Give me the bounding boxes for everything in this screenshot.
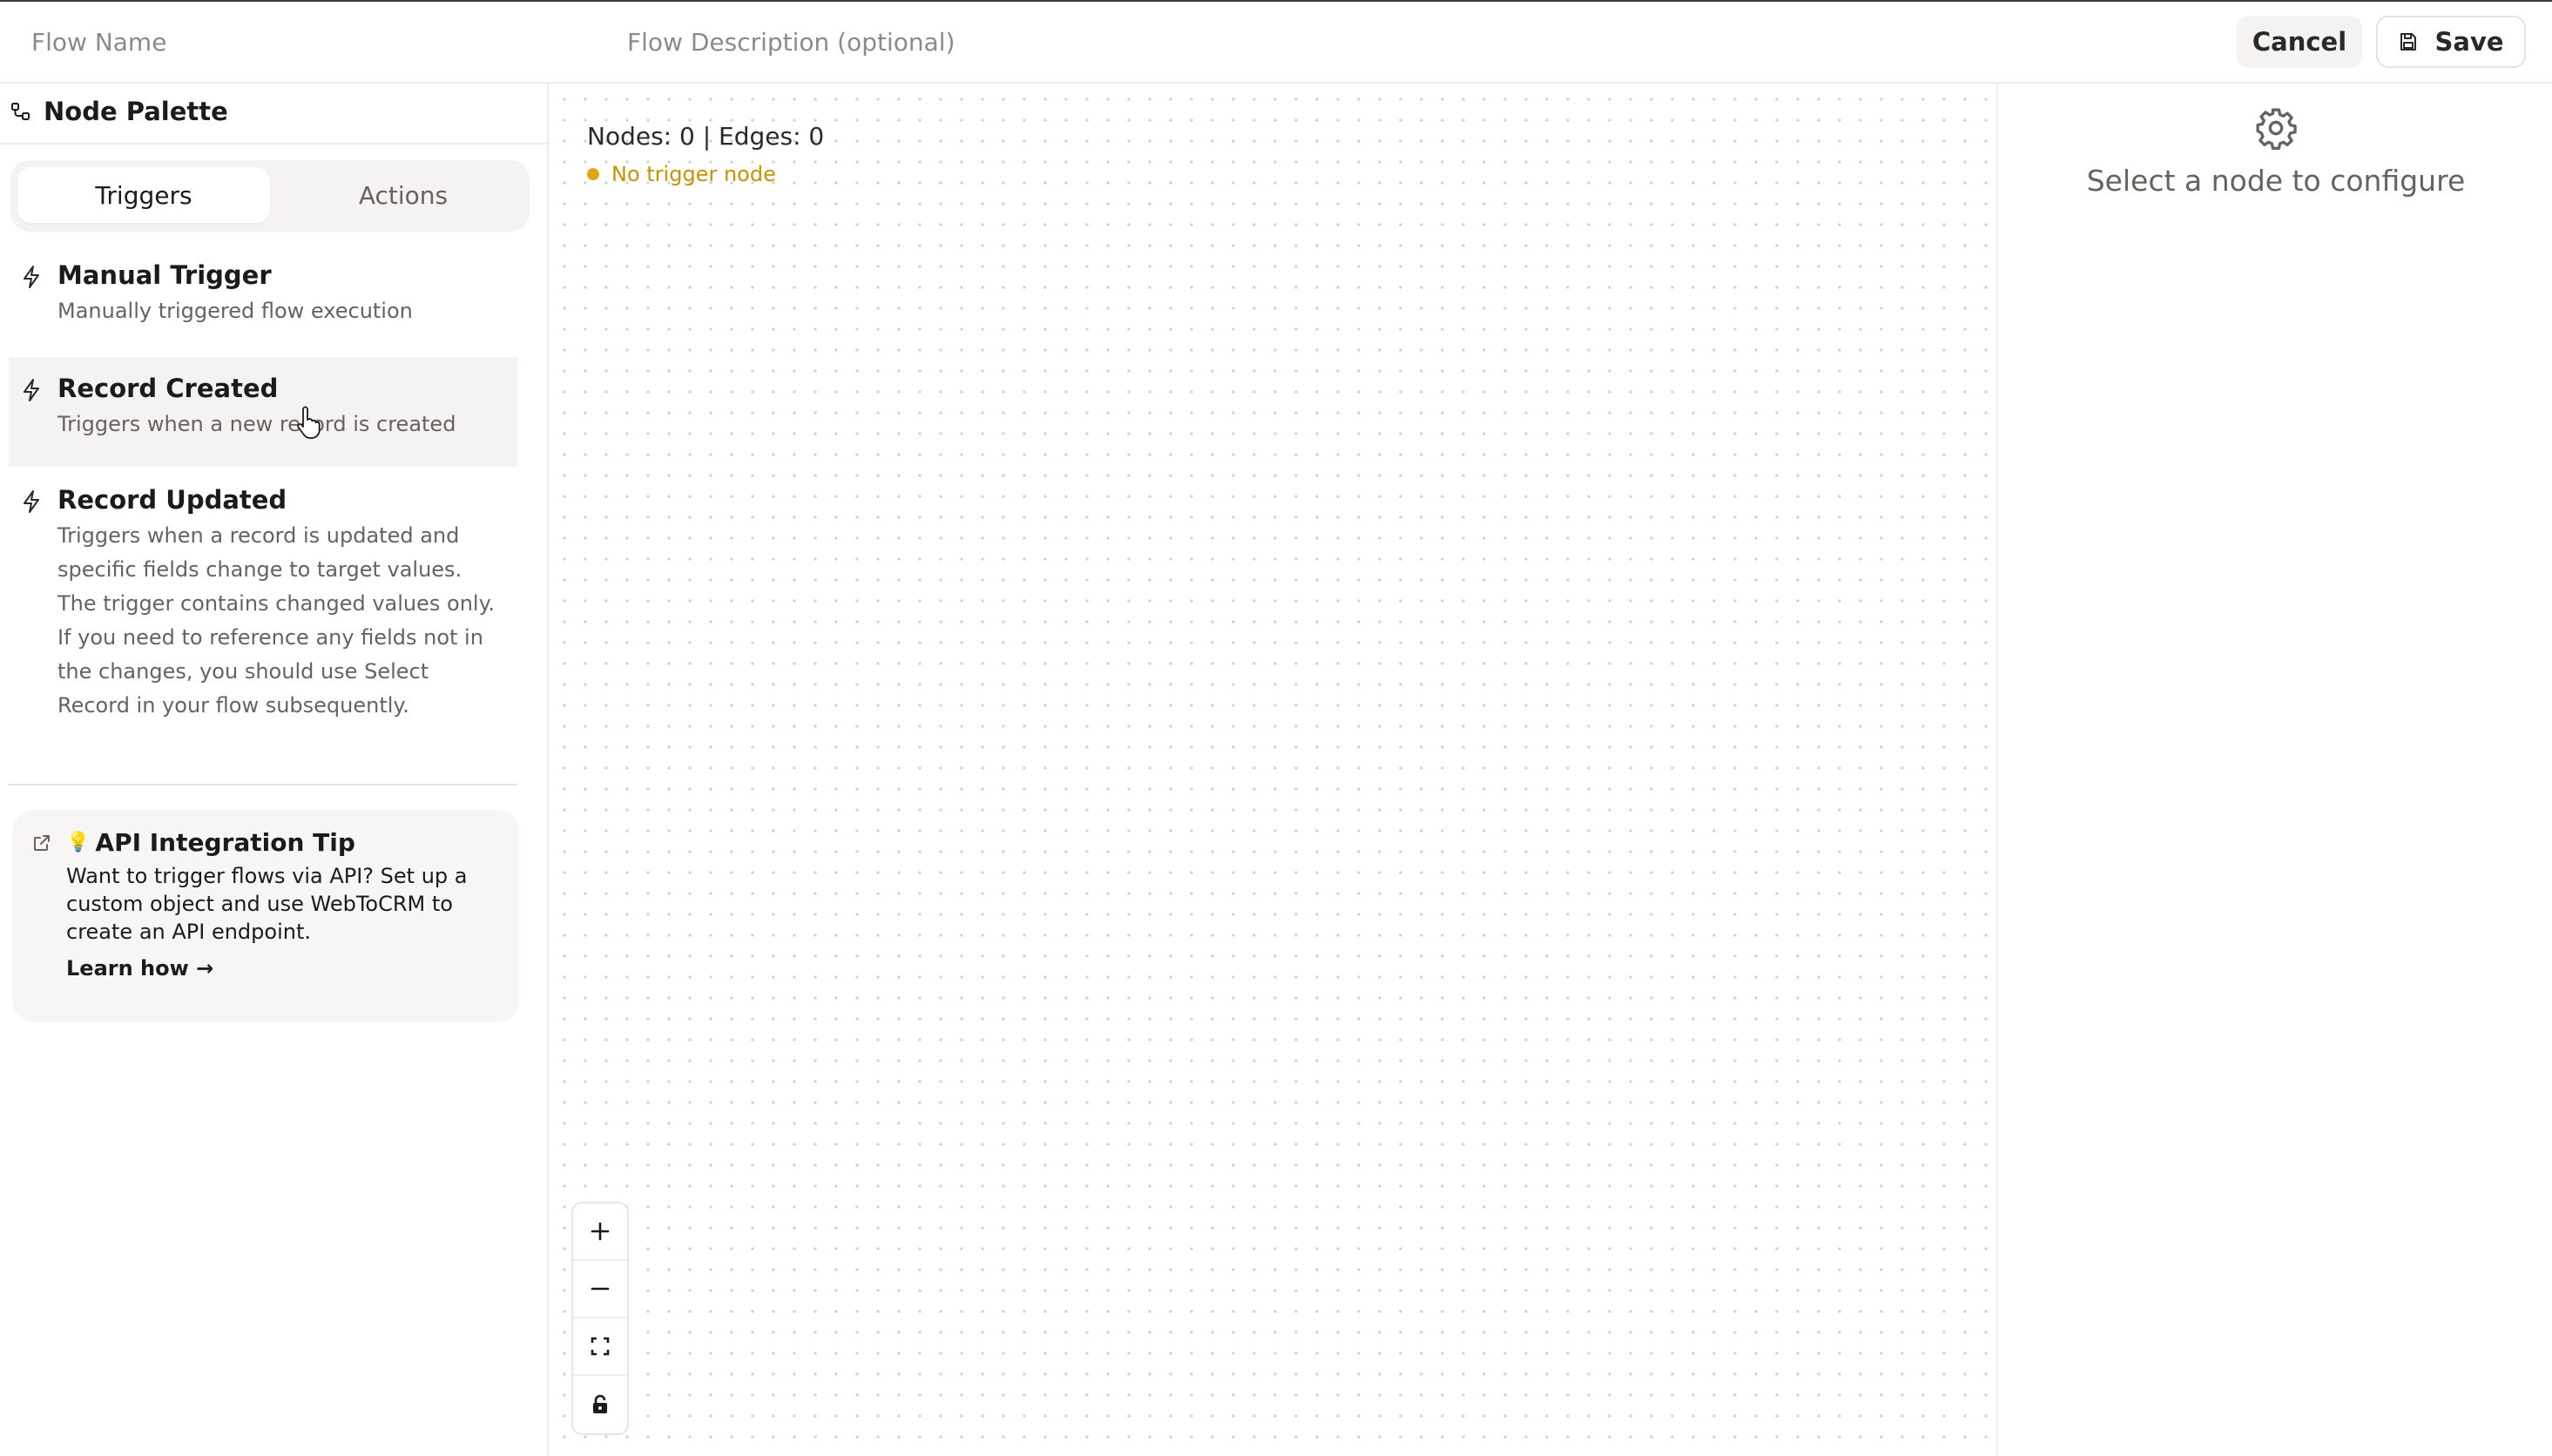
canvas-stats: Nodes: 0 | Edges: 0 [587, 122, 825, 151]
palette-item-manual-trigger[interactable]: Manual Trigger Manually triggered flow e… [9, 256, 517, 354]
palette-item-record-updated[interactable]: Record Updated Triggers when a record is… [9, 481, 517, 768]
palette-tabs: Triggers Actions [10, 160, 530, 232]
zoom-in-icon [591, 1222, 610, 1241]
bolt-icon [24, 379, 39, 401]
flow-description-input[interactable] [627, 23, 1585, 61]
fit-view-icon [591, 1337, 610, 1356]
palette-header: Node Palette [10, 94, 228, 129]
divider [0, 143, 547, 145]
divider [9, 784, 517, 785]
external-link-icon[interactable] [31, 832, 52, 853]
lock-button[interactable] [573, 1376, 627, 1433]
config-placeholder-message: Select a node to configure [2086, 164, 2466, 198]
flow-canvas[interactable]: Nodes: 0 | Edges: 0 No trigger node [549, 84, 1995, 1456]
lightbulb-icon: 💡 [66, 832, 91, 853]
tab-triggers[interactable]: Triggers [17, 167, 270, 223]
zoom-out-button[interactable] [573, 1261, 627, 1318]
save-icon [2400, 33, 2417, 51]
node-palette-panel: Node Palette Triggers Actions Manual Tri… [0, 84, 549, 1456]
palette-item-record-created[interactable]: Record Created Triggers when a new recor… [9, 357, 517, 467]
node-item-title: Manual Trigger [57, 260, 272, 290]
fit-view-button[interactable] [573, 1318, 627, 1376]
node-item-title: Record Updated [57, 485, 287, 515]
trigger-warning: No trigger node [587, 162, 776, 186]
flow-header: Cancel Save [0, 2, 2552, 84]
api-integration-tip-card: 💡 API Integration Tip Want to trigger fl… [12, 810, 519, 1022]
save-button[interactable]: Save [2376, 16, 2526, 68]
gear-icon [2256, 108, 2297, 150]
workflow-icon [11, 103, 30, 120]
hand-cursor-icon [297, 406, 321, 439]
canvas-controls [571, 1202, 629, 1435]
save-button-label: Save [2434, 27, 2504, 57]
node-item-title: Record Created [57, 374, 279, 403]
tab-actions[interactable]: Actions [277, 167, 530, 223]
node-item-description: Triggers when a record is updated and sp… [57, 523, 496, 718]
bolt-icon [24, 266, 39, 288]
node-item-description: Triggers when a new record is created [57, 412, 456, 436]
trigger-warning-text: No trigger node [611, 162, 776, 186]
palette-title: Node Palette [44, 97, 228, 126]
cancel-button[interactable]: Cancel [2237, 16, 2362, 68]
learn-how-link[interactable]: Learn how → [66, 956, 213, 981]
flow-name-input[interactable] [31, 23, 554, 61]
node-item-description: Manually triggered flow execution [57, 299, 413, 323]
warning-dot-icon [587, 168, 599, 180]
zoom-in-button[interactable] [573, 1203, 627, 1261]
lock-icon [593, 1394, 607, 1413]
tip-body: Want to trigger flows via API? Set up a … [66, 864, 468, 944]
tip-title-text: API Integration Tip [95, 828, 355, 857]
tip-title: 💡 API Integration Tip [66, 826, 498, 860]
bolt-icon [24, 490, 39, 513]
zoom-out-icon [591, 1287, 610, 1291]
node-config-panel: Select a node to configure [1996, 84, 2552, 1456]
